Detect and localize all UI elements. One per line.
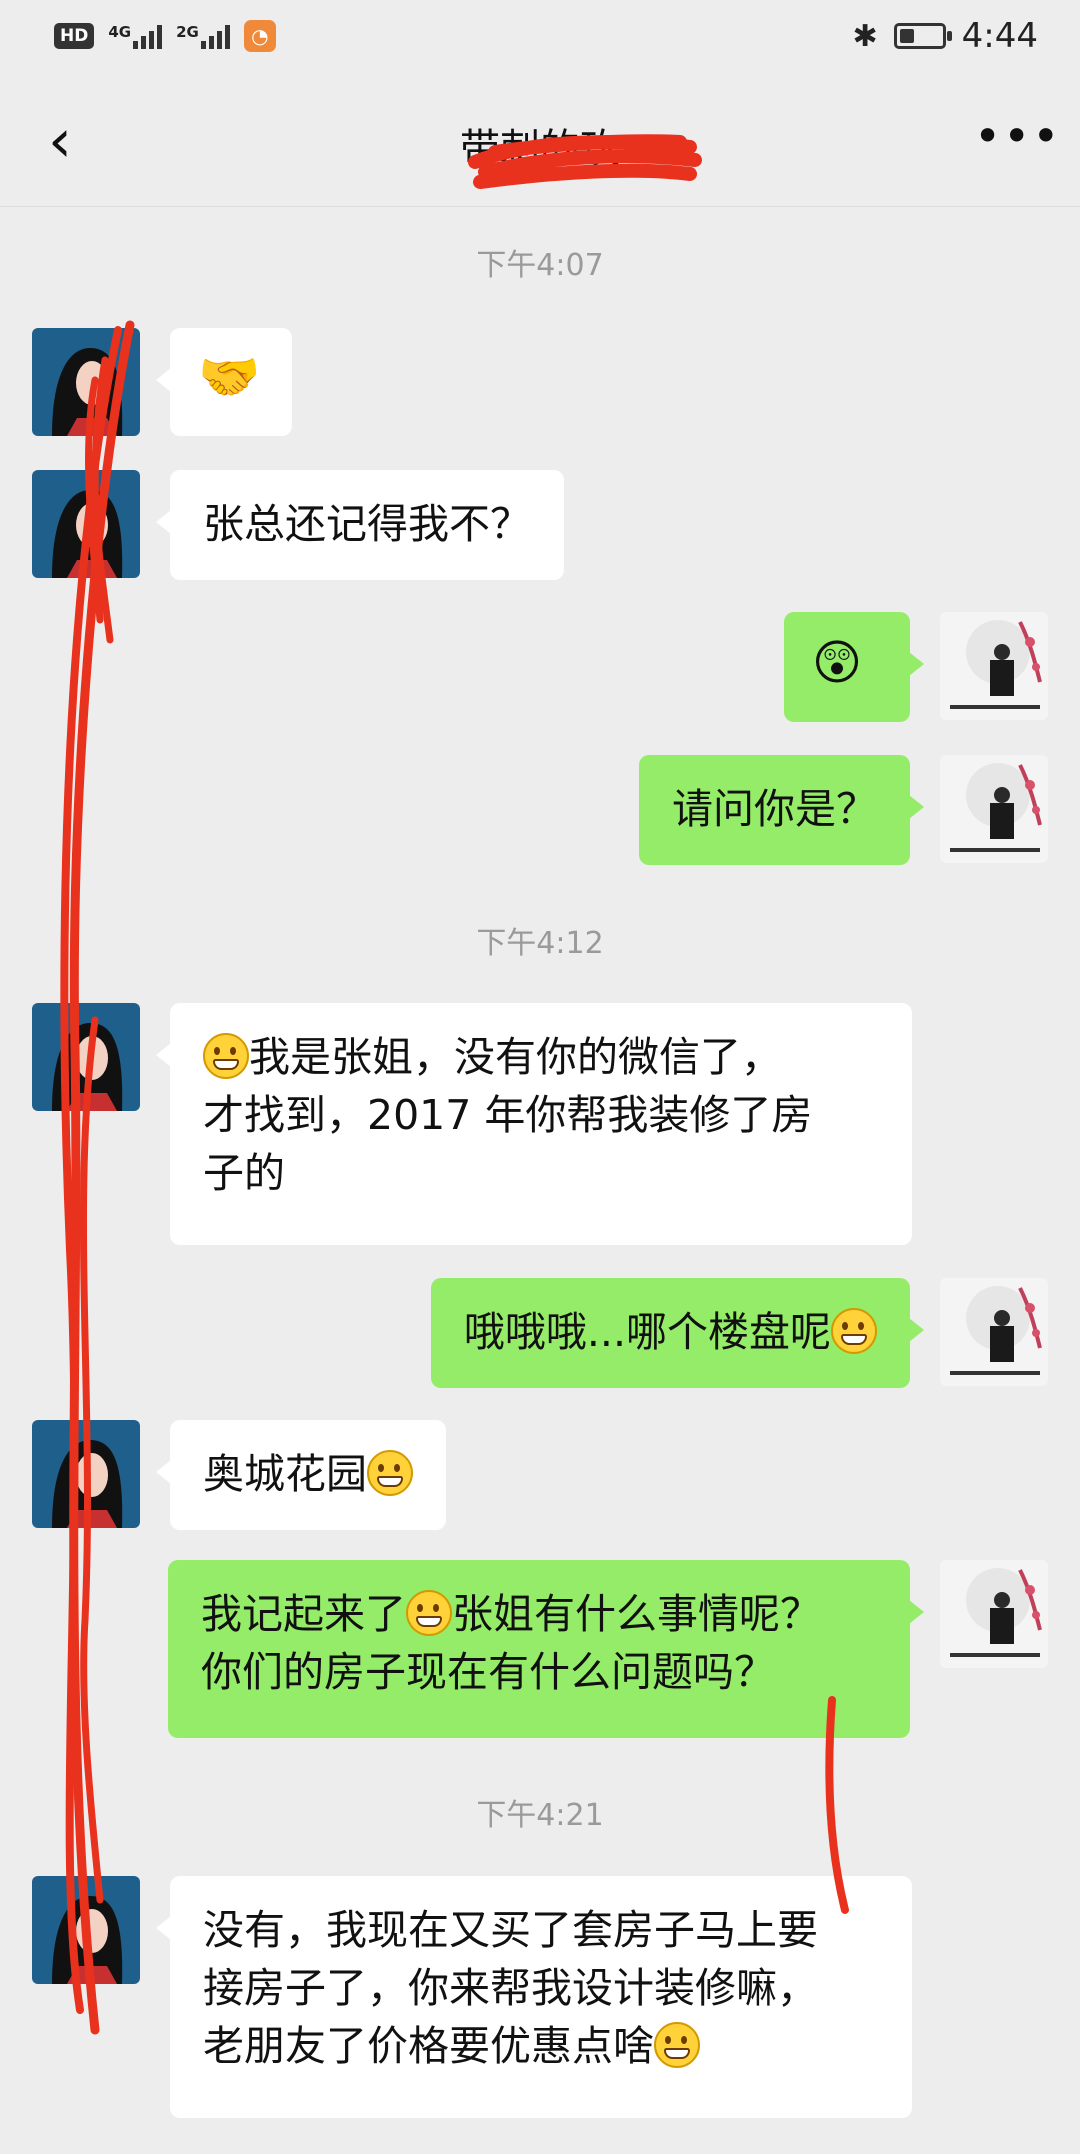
timestamp: 下午4:12	[476, 926, 604, 961]
avatar-man-image	[940, 1278, 1048, 1386]
signal-bars-icon	[133, 23, 163, 49]
message-text: 张姐有什么事情呢？	[452, 1590, 821, 1638]
avatar-woman-image	[32, 1003, 140, 1111]
grin-emoji-icon	[654, 2022, 700, 2068]
signal-group-1: 4G	[108, 23, 163, 49]
avatar-man-image	[940, 755, 1048, 863]
grin-emoji-icon	[367, 1450, 413, 1496]
timestamp: 下午4:07	[476, 248, 604, 283]
signal-group-2: 2G	[176, 23, 230, 49]
message-line: 接房子了，你来帮我设计装修嘛，	[203, 1964, 818, 2012]
status-right: ✱ 4:44	[853, 16, 1039, 56]
battery-fill	[899, 29, 914, 43]
grin-emoji-icon	[831, 1308, 877, 1354]
avatar-contact[interactable]	[32, 470, 140, 578]
app-notification-icon: ◔	[243, 20, 276, 52]
grin-emoji-icon	[406, 1590, 452, 1636]
chat-header: ‹ 带刺的玫 •••	[0, 76, 1080, 207]
avatar-contact[interactable]	[32, 328, 140, 436]
avatar-self[interactable]	[940, 1560, 1048, 1668]
message-bubble-incoming[interactable]: 🤝	[156, 328, 292, 436]
timestamp: 下午4:21	[476, 1798, 604, 1833]
avatar-contact[interactable]	[32, 1876, 140, 1984]
message-text: 张总还记得我不？	[203, 500, 531, 548]
message-line: 我是张姐，没有你的微信了，	[203, 1028, 879, 1086]
message-line: 你们的房子现在有什么问题吗？	[201, 1648, 775, 1696]
battery-icon	[893, 23, 952, 49]
message-bubble-outgoing[interactable]: 😲	[784, 612, 924, 722]
chat-title: 带刺的玫	[460, 126, 620, 172]
message-line: 我记起来了 张姐有什么事情呢？	[201, 1585, 877, 1643]
message-line: 子的	[203, 1149, 285, 1197]
avatar-self[interactable]	[940, 612, 1048, 720]
clock: 4:44	[961, 16, 1038, 56]
avatar-self[interactable]	[940, 755, 1048, 863]
grin-emoji-icon	[203, 1033, 249, 1079]
message-text: 哦哦哦...哪个楼盘呢	[463, 1308, 831, 1356]
message-bubble-outgoing[interactable]: 哦哦哦...哪个楼盘呢	[430, 1278, 925, 1388]
bluetooth-icon: ✱	[852, 18, 878, 54]
status-left: HD 4G 2G ◔	[54, 20, 276, 52]
message-bubble-incoming[interactable]: 没有，我现在又买了套房子马上要 接房子了，你来帮我设计装修嘛， 老朋友了价格要优…	[156, 1876, 912, 2118]
message-bubble-outgoing[interactable]: 我记起来了 张姐有什么事情呢？ 你们的房子现在有什么问题吗？	[168, 1560, 924, 1738]
message-bubble-outgoing[interactable]: 请问你是？	[639, 755, 924, 865]
message-text: 我是张姐，没有你的微信了，	[249, 1033, 782, 1081]
message-line: 老朋友了价格要优惠点啥	[203, 2017, 879, 2075]
network-type-2: 2G	[176, 23, 199, 41]
message-text: 奥城花园	[203, 1450, 367, 1498]
avatar-man-image	[940, 612, 1048, 720]
avatar-woman-image	[32, 328, 140, 436]
status-bar: HD 4G 2G ◔ ✱ 4:44	[0, 0, 1080, 76]
message-bubble-incoming[interactable]: 奥城花园	[156, 1420, 446, 1530]
handshake-icon: 🤝	[198, 348, 261, 406]
avatar-man-image	[940, 1560, 1048, 1668]
more-dots-icon[interactable]: •••	[974, 106, 1059, 176]
avatar-self[interactable]	[940, 1278, 1048, 1386]
avatar-woman-image	[32, 1420, 140, 1528]
avatar-contact[interactable]	[32, 1420, 140, 1528]
surprised-face-icon: 😲	[812, 635, 863, 691]
message-bubble-incoming[interactable]: 张总还记得我不？	[156, 470, 564, 580]
signal-bars-icon	[200, 23, 230, 49]
avatar-woman-image	[32, 470, 140, 578]
message-line: 没有，我现在又买了套房子马上要	[203, 1906, 818, 1954]
message-text: 我记起来了	[201, 1590, 406, 1638]
avatar-contact[interactable]	[32, 1003, 140, 1111]
message-bubble-incoming[interactable]: 我是张姐，没有你的微信了， 才找到，2017 年你帮我装修了房 子的	[156, 1003, 912, 1245]
message-text: 请问你是？	[672, 785, 877, 833]
avatar-woman-image	[32, 1876, 140, 1984]
network-type-1: 4G	[108, 23, 132, 41]
message-text: 老朋友了价格要优惠点啥	[203, 2022, 654, 2070]
hd-badge: HD	[54, 23, 95, 49]
message-line: 才找到，2017 年你帮我装修了房	[203, 1091, 813, 1139]
